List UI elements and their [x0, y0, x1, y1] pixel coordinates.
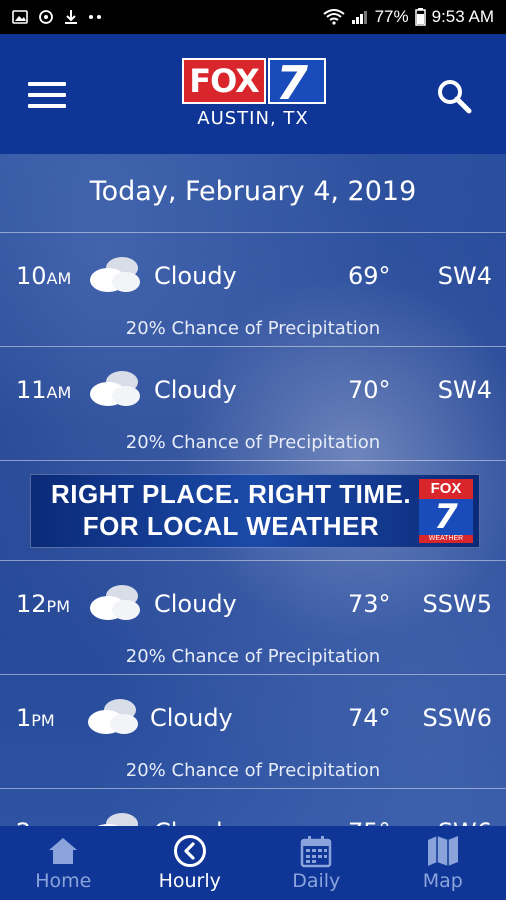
logo-seven-badge: 7 — [268, 58, 326, 104]
divider — [0, 788, 506, 789]
notification-icons — [12, 9, 104, 25]
banner-line-2: FOR LOCAL WEATHER — [82, 511, 380, 541]
condition-label: Cloudy — [154, 376, 237, 404]
app-header: FOX 7 AUSTIN, TX — [0, 34, 506, 154]
download-icon — [65, 10, 77, 24]
home-icon — [49, 838, 78, 864]
fox7-logo: FOX 7 — [182, 58, 326, 104]
nav-hourly[interactable]: Hourly — [127, 826, 254, 900]
banner-line-1: RIGHT PLACE. RIGHT TIME. — [50, 479, 412, 509]
forecast-row[interactable]: 2PM Cloudy 75° SW6 — [0, 790, 506, 826]
banner-logo-fox: FOX — [419, 479, 473, 499]
status-bar: 77% 9:53 AM — [0, 0, 506, 34]
hour-label: 2PM — [16, 818, 55, 826]
forecast-row[interactable]: 12PM Cloudy 73° SSW5 20% Chance of Preci… — [0, 562, 506, 674]
cloudy-icon — [98, 813, 138, 826]
battery-percent: 77% — [374, 7, 409, 26]
signal-icon — [351, 11, 367, 24]
nav-map-label: Map — [422, 870, 463, 892]
condition-label: Cloudy — [154, 818, 237, 826]
divider — [0, 346, 506, 347]
date-title: Today, February 4, 2019 — [89, 176, 417, 207]
wind: SSW5 — [422, 590, 492, 618]
clock: 9:53 AM — [431, 7, 494, 26]
cloudy-icon — [88, 699, 138, 734]
condition-label: Cloudy — [154, 590, 237, 618]
precipitation-chance: 20% Chance of Precipitation — [125, 646, 381, 667]
clock-icon — [173, 835, 206, 867]
wind: SSW6 — [422, 704, 492, 732]
divider — [0, 460, 506, 461]
divider — [0, 560, 506, 561]
nav-map[interactable]: Map — [380, 826, 506, 900]
nav-home-label: Home — [35, 870, 92, 892]
hour-label: 1PM — [16, 704, 55, 732]
condition-label: Cloudy — [154, 262, 237, 290]
condition-label: Cloudy — [150, 704, 233, 732]
calendar-icon — [301, 836, 332, 868]
precipitation-chance: 20% Chance of Precipitation — [125, 318, 381, 339]
nav-home[interactable]: Home — [0, 826, 127, 900]
cloudy-icon — [90, 371, 140, 406]
hour-label: 10AM — [16, 262, 72, 290]
hour-label: 12PM — [16, 590, 70, 618]
logo-fox-text: FOX — [182, 58, 266, 104]
precipitation-chance: 20% Chance of Precipitation — [125, 760, 381, 781]
wind: SW4 — [437, 262, 492, 290]
fox7-weather-banner-ad[interactable]: RIGHT PLACE. RIGHT TIME. FOR LOCAL WEATH… — [30, 474, 480, 548]
nav-daily[interactable]: Daily — [253, 826, 380, 900]
temperature: 69° — [348, 262, 391, 290]
divider — [0, 674, 506, 675]
temperature: 70° — [348, 376, 391, 404]
temperature: 73° — [348, 590, 391, 618]
forecast-row[interactable]: 10AM Cloudy 69° SW4 20% Chance of Precip… — [0, 234, 506, 346]
image-icon — [12, 10, 28, 24]
hourly-forecast[interactable]: Today, February 4, 2019 10AM Cloudy 69° … — [0, 154, 506, 826]
forecast-row[interactable]: 11AM Cloudy 70° SW4 20% Chance of Precip… — [0, 348, 506, 460]
nav-hourly-label: Hourly — [158, 870, 221, 892]
wifi-icon — [322, 9, 345, 25]
search-icon[interactable] — [436, 78, 472, 114]
system-status: 77% 9:53 AM — [322, 7, 494, 27]
location-label: AUSTIN, TX — [197, 108, 309, 129]
temperature: 74° — [348, 704, 391, 732]
sync-icon — [39, 10, 53, 24]
hamburger-menu-icon[interactable] — [28, 82, 66, 110]
cloudy-icon — [90, 257, 140, 292]
fox7-weather-logo: FOX 7 WEATHER — [419, 479, 473, 543]
banner-logo-seven: 7 — [419, 499, 473, 535]
wind: SW4 — [437, 376, 492, 404]
precipitation-chance: 20% Chance of Precipitation — [125, 432, 381, 453]
battery-icon — [414, 8, 426, 26]
more-icon — [89, 15, 101, 19]
bottom-navigation: Home Hourly Daily Map — [0, 826, 506, 900]
banner-logo-weather: WEATHER — [419, 535, 473, 543]
hour-label: 11AM — [16, 376, 72, 404]
forecast-row[interactable]: 1PM Cloudy 74° SSW6 20% Chance of Precip… — [0, 676, 506, 788]
nav-daily-label: Daily — [292, 870, 341, 892]
logo-seven-text: 7 — [276, 58, 309, 104]
divider — [0, 232, 506, 233]
temperature: 75° — [348, 818, 391, 826]
map-icon — [427, 836, 458, 866]
cloudy-icon — [90, 585, 140, 620]
wind: SW6 — [438, 818, 492, 826]
